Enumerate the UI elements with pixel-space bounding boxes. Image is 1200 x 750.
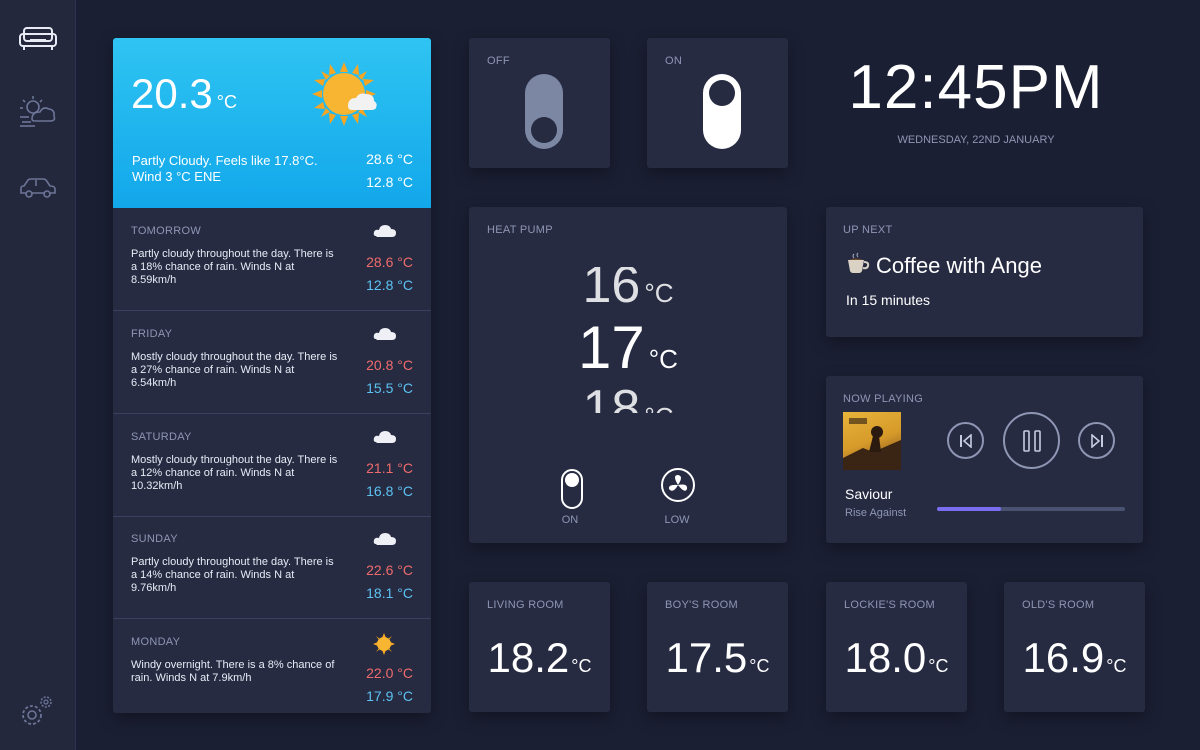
forecast-day[interactable]: MONDAY Windy overnight. There is a 8% ch…: [113, 619, 431, 713]
weather-icon[interactable]: [18, 94, 58, 130]
fan-label: LOW: [664, 514, 690, 526]
cloud-icon: [373, 325, 397, 348]
current-weather: 20.3 °C Partly Cloudy. Feels like 17.8°C.: [113, 38, 431, 208]
weather-panel: 20.3 °C Partly Cloudy. Feels like 17.8°C.: [113, 38, 431, 713]
up-next-card[interactable]: UP NEXT Coffee with Ange In 15 minutes: [826, 207, 1143, 337]
heat-pump-card: HEAT PUMP 16 °C 17 °C 18 °C ON LOW: [469, 207, 787, 543]
now-playing-card: NOW PLAYING Saviour Rise Against: [826, 376, 1143, 543]
cloud-icon: [373, 428, 397, 451]
room-label: OLD'S ROOM: [1022, 599, 1095, 611]
clock-date: WEDNESDAY, 22ND JANUARY: [897, 134, 1055, 146]
forecast-description: Windy overnight. There is a 8% chance of…: [131, 659, 335, 684]
forecast-low: 15.5 °C: [366, 380, 413, 396]
temp-option-below[interactable]: 18 °C: [469, 379, 787, 413]
forecast-day-name: TOMORROW: [131, 225, 202, 237]
event-time: In 15 minutes: [846, 292, 931, 308]
forecast-day[interactable]: SATURDAY Mostly cloudy throughout the da…: [113, 414, 431, 517]
gear-icon[interactable]: [16, 693, 56, 729]
room-card[interactable]: LIVING ROOM 18.2 °C: [469, 582, 610, 712]
forecast-description: Partly cloudy throughout the day. There …: [131, 248, 334, 286]
forecast-low: 17.9 °C: [366, 688, 413, 704]
forecast-high: 22.0 °C: [366, 665, 413, 681]
current-low: 12.8 °C: [366, 174, 413, 190]
next-icon: [1090, 433, 1103, 448]
fan-icon[interactable]: [660, 467, 696, 508]
forecast-high: 22.6 °C: [366, 562, 413, 578]
room-label: LIVING ROOM: [487, 599, 564, 611]
next-button[interactable]: [1078, 422, 1115, 459]
forecast-low: 12.8 °C: [366, 277, 413, 293]
toggle-knob: [709, 80, 735, 106]
pause-icon: [1022, 429, 1041, 452]
track-artist: Rise Against: [845, 507, 907, 519]
current-description: Partly Cloudy. Feels like 17.8°C. Wind 3…: [132, 153, 318, 184]
forecast-high: 28.6 °C: [366, 254, 413, 270]
partly-cloudy-icon: [310, 60, 382, 137]
forecast-description: Partly cloudy throughout the day. There …: [131, 556, 334, 594]
forecast-day[interactable]: TOMORROW Partly cloudy throughout the da…: [113, 208, 431, 311]
toggle-switch[interactable]: [703, 74, 741, 149]
toggle-switch[interactable]: [525, 74, 563, 149]
progress-bar[interactable]: [937, 507, 1125, 511]
current-temp: 20.3 °C: [131, 70, 237, 117]
room-card[interactable]: OLD'S ROOM 16.9 °C: [1004, 582, 1145, 712]
previous-button[interactable]: [947, 422, 984, 459]
room-temp: 18.2 °C: [487, 634, 592, 681]
room-temp: 16.9 °C: [1022, 634, 1127, 681]
switch-label: ON: [665, 55, 683, 67]
sofa-icon[interactable]: [18, 20, 58, 56]
switch-card-off: OFF: [469, 38, 610, 168]
forecast-description: Mostly cloudy throughout the day. There …: [131, 454, 338, 492]
event-title: Coffee with Ange: [876, 253, 1042, 278]
toggle-knob: [531, 117, 557, 143]
now-playing-label: NOW PLAYING: [843, 393, 924, 405]
current-high: 28.6 °C: [366, 151, 413, 167]
cloud-icon: [373, 222, 397, 245]
forecast-high: 20.8 °C: [366, 357, 413, 373]
previous-icon: [959, 433, 972, 448]
room-label: BOY'S ROOM: [665, 599, 738, 611]
room-temp: 17.5 °C: [665, 634, 770, 681]
forecast-description: Mostly cloudy throughout the day. There …: [131, 351, 338, 389]
album-art: [843, 412, 901, 470]
forecast-day[interactable]: FRIDAY Mostly cloudy throughout the day.…: [113, 311, 431, 414]
forecast-high: 21.1 °C: [366, 460, 413, 476]
forecast-day-name: MONDAY: [131, 636, 181, 648]
pause-button[interactable]: [1003, 412, 1060, 469]
forecast-day-name: SATURDAY: [131, 431, 192, 443]
forecast-low: 16.8 °C: [366, 483, 413, 499]
coffee-icon: [846, 252, 870, 279]
sun-icon: [373, 633, 395, 660]
heat-pump-label: HEAT PUMP: [487, 224, 553, 236]
power-toggle[interactable]: [561, 469, 583, 509]
switch-label: OFF: [487, 55, 510, 67]
power-label: ON: [561, 514, 579, 526]
clock-time: 12:45PM: [848, 53, 1104, 122]
temp-option-above[interactable]: 16 °C: [469, 267, 787, 315]
room-card[interactable]: LOCKIE'S ROOM 18.0 °C: [826, 582, 967, 712]
forecast-day-name: SUNDAY: [131, 533, 178, 545]
cloud-icon: [373, 530, 397, 553]
forecast-low: 18.1 °C: [366, 585, 413, 601]
forecast-day-name: FRIDAY: [131, 328, 173, 340]
room-temp: 18.0 °C: [844, 634, 949, 681]
room-card[interactable]: BOY'S ROOM 17.5 °C: [647, 582, 788, 712]
track-title: Saviour: [845, 486, 893, 502]
forecast-day[interactable]: SUNDAY Partly cloudy throughout the day.…: [113, 516, 431, 619]
sidebar: [0, 0, 76, 750]
up-next-label: UP NEXT: [843, 224, 893, 236]
progress-fill: [937, 507, 1001, 511]
car-icon[interactable]: [18, 170, 58, 206]
temp-option-current[interactable]: 17 °C: [469, 313, 787, 382]
room-label: LOCKIE'S ROOM: [844, 599, 935, 611]
switch-card-on: ON: [647, 38, 788, 168]
